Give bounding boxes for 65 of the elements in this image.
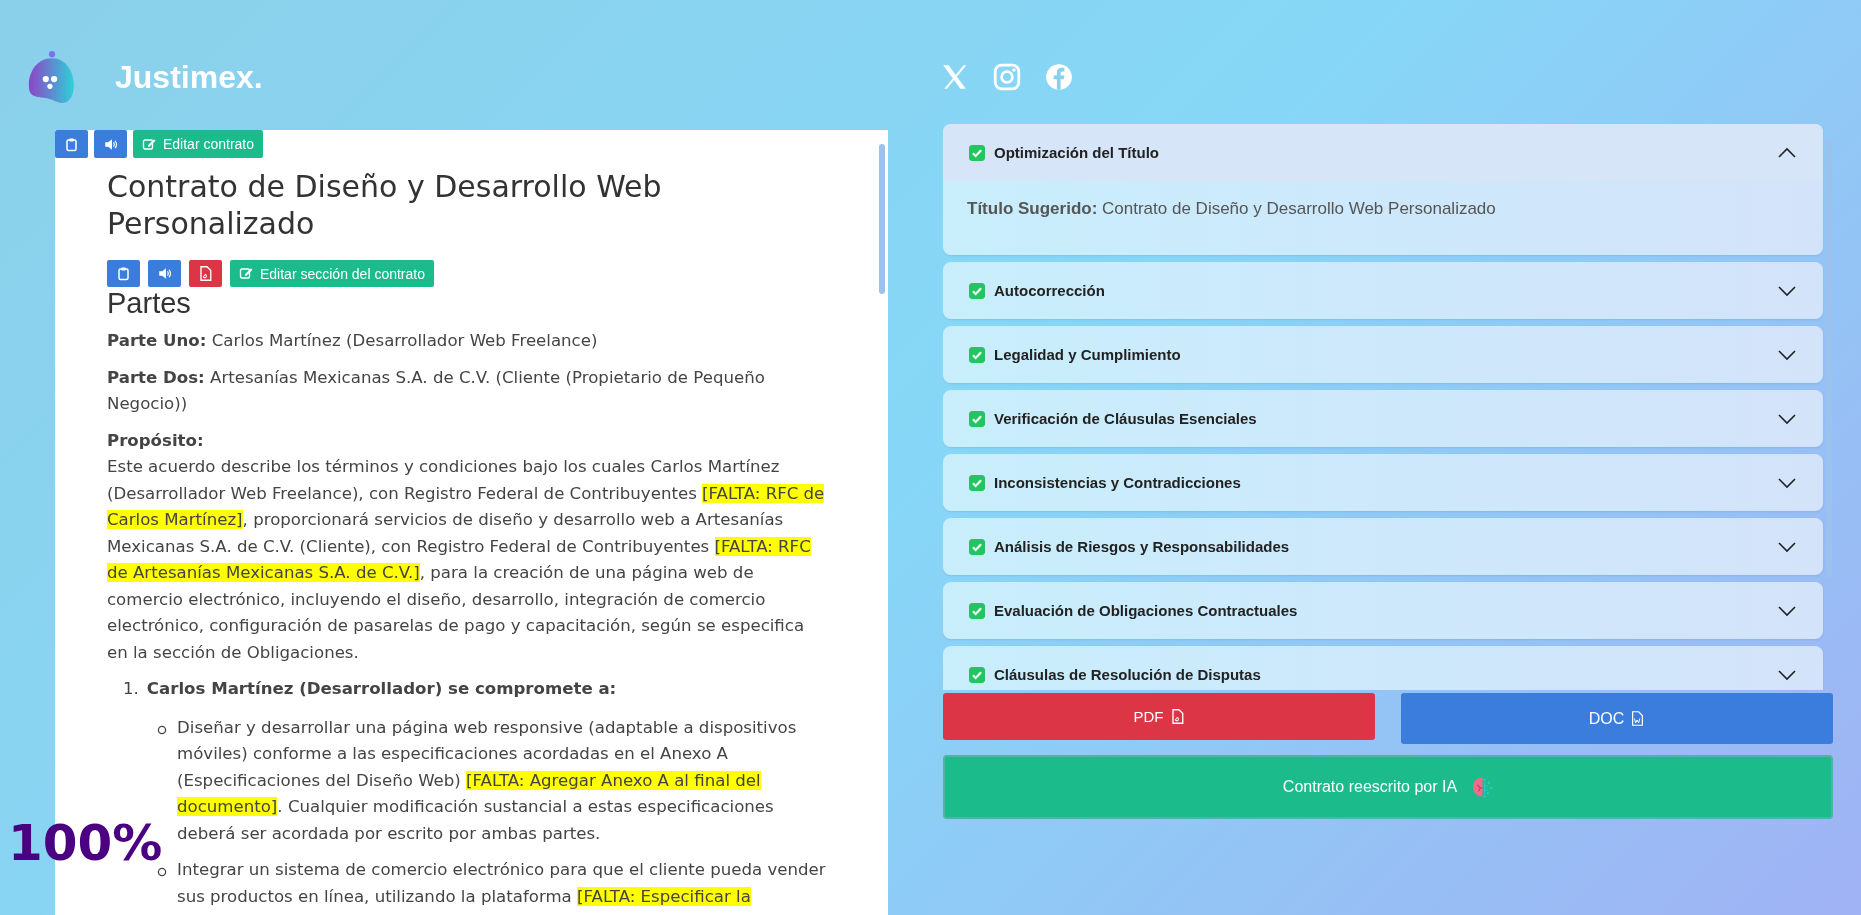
accordion-title: Legalidad y Cumplimiento bbox=[994, 346, 1182, 363]
pdf-file-icon bbox=[1169, 709, 1185, 724]
chevron-down-icon bbox=[1777, 348, 1797, 361]
list-item-text: Diseñar y desarrollar una página web responsive (adaptable a dispositivos móviles) conforme a las especificaciones acordadas en el Anexo A (Especificaciones del Diseño Web) [FALTA: Agregar Anexo A al final del documento]. Cualquier modificación sustancial a estas especificaciones deberá ser acordada por escrito por ambas partes. bbox=[177, 716, 798, 845]
accordion-header[interactable]: Cláusulas de Resolución de Disputas bbox=[943, 646, 1823, 690]
paragraph: Parte Dos: Artesanías Mexicanas S.A. de C.V. (Cliente (Propietario de Pequeño Negocio)) bbox=[107, 366, 766, 415]
list-item-text: Integrar un sistema de comercio electrónico para que el cliente pueda vender sus productos en línea, utilizando la plataforma [FALTA: Especificar la bbox=[177, 859, 827, 908]
speaker-icon bbox=[157, 266, 172, 281]
word-file-icon bbox=[1630, 711, 1646, 726]
chevron-down-icon bbox=[1777, 668, 1797, 681]
doc-download-button[interactable]: DOC bbox=[1401, 693, 1833, 744]
accordion-title: Verificación de Cláusulas Esenciales bbox=[994, 410, 1258, 427]
bullet-icon bbox=[157, 867, 167, 877]
paragraph: Propósito: Este acuerdo describe los términos y condiciones bajo los cuales Carlos Martínez (Desarrollador Web Freelance), con Registro Federal de Contribuyentes [FALTA: RFC de Carlos Martínez], proporcionará servicios de diseño y desarrollo web a Artesanías Mexicanas S.A. de C.V. (Cliente), con Registro Federal de Contribuyentes [FALTA: RFC de Artesanías Mexicanas S.A. de C.V.], para la creación de una página web de comercio electrónico, incluyendo el diseño, desarrollo, integración de comercio electrónico, configuración de pasarelas de pago y capacitación, según se especifica en la sección de Obligaciones. bbox=[107, 429, 826, 664]
checkbox[interactable] bbox=[969, 666, 985, 683]
accordion-header[interactable]: Inconsistencias y Contradicciones bbox=[943, 454, 1823, 511]
accordion-header[interactable]: Legalidad y Cumplimiento bbox=[943, 326, 1823, 383]
accordion-title: Optimización del Título bbox=[994, 144, 1160, 161]
zoom-percentage: 100% bbox=[8, 818, 163, 868]
copy-button[interactable] bbox=[55, 130, 88, 158]
brand-name: Justimex. bbox=[115, 58, 263, 96]
clipboard-icon bbox=[116, 266, 131, 281]
read-aloud-button[interactable] bbox=[148, 260, 181, 287]
suggestion-text: Título Sugerido: Contrato de Diseño y Desarrollo Web Personalizado bbox=[966, 198, 1497, 220]
bullet-icon bbox=[157, 724, 167, 735]
pdf-button[interactable] bbox=[189, 260, 222, 287]
list-heading: Carlos Martínez (Desarrollador) se compromete a: bbox=[146, 678, 617, 700]
read-aloud-button[interactable] bbox=[94, 130, 127, 158]
chevron-down-icon bbox=[1777, 476, 1797, 489]
accordion-title: Análisis de Riesgos y Responsabilidades bbox=[994, 538, 1291, 555]
instagram-icon[interactable] bbox=[992, 62, 1022, 92]
chevron-down-icon bbox=[1777, 412, 1797, 425]
brain-icon bbox=[1471, 775, 1494, 799]
checkbox[interactable] bbox=[969, 538, 985, 555]
accordion-header[interactable]: Autocorrección bbox=[943, 262, 1823, 319]
checkbox[interactable] bbox=[969, 602, 985, 619]
chevron-up-icon bbox=[1777, 146, 1797, 159]
accordion-title: Cláusulas de Resolución de Disputas bbox=[994, 666, 1262, 683]
checkbox[interactable] bbox=[969, 282, 985, 299]
accordion-header[interactable]: Evaluación de Obligaciones Contractuales bbox=[943, 582, 1823, 639]
list-number: 1. bbox=[123, 678, 139, 700]
chevron-down-icon bbox=[1777, 540, 1797, 553]
paragraph: Parte Uno: Carlos Martínez (Desarrollador Web Freelance) bbox=[107, 330, 599, 352]
facebook-icon[interactable] bbox=[1044, 62, 1074, 92]
scrollbar[interactable] bbox=[879, 144, 885, 294]
chevron-down-icon bbox=[1777, 604, 1797, 617]
accordion-header[interactable]: Verificación de Cláusulas Esenciales bbox=[943, 390, 1823, 447]
checkbox[interactable] bbox=[969, 346, 985, 363]
checkbox[interactable] bbox=[969, 410, 985, 427]
edit-icon bbox=[142, 136, 157, 152]
clipboard-icon bbox=[64, 136, 79, 152]
document-title: Contrato de Diseño y Desarrollo Web Personalizado bbox=[107, 168, 663, 242]
chevron-down-icon bbox=[1777, 284, 1797, 297]
pdf-download-button[interactable]: PDF bbox=[943, 693, 1375, 740]
accordion-title: Autocorrección bbox=[994, 282, 1106, 299]
edit-icon bbox=[239, 266, 254, 281]
section-heading: Partes bbox=[107, 287, 192, 320]
accordion-header[interactable]: Optimización del Título bbox=[943, 124, 1823, 181]
accordion-title: Evaluación de Obligaciones Contractuales bbox=[994, 602, 1299, 619]
accordion-header[interactable]: Análisis de Riesgos y Responsabilidades bbox=[943, 518, 1823, 575]
copy-button[interactable] bbox=[107, 260, 140, 287]
checkbox[interactable] bbox=[969, 144, 985, 161]
accordion-title: Inconsistencias y Contradicciones bbox=[994, 474, 1242, 491]
pdf-file-icon bbox=[198, 266, 213, 281]
checkbox[interactable] bbox=[969, 474, 985, 491]
